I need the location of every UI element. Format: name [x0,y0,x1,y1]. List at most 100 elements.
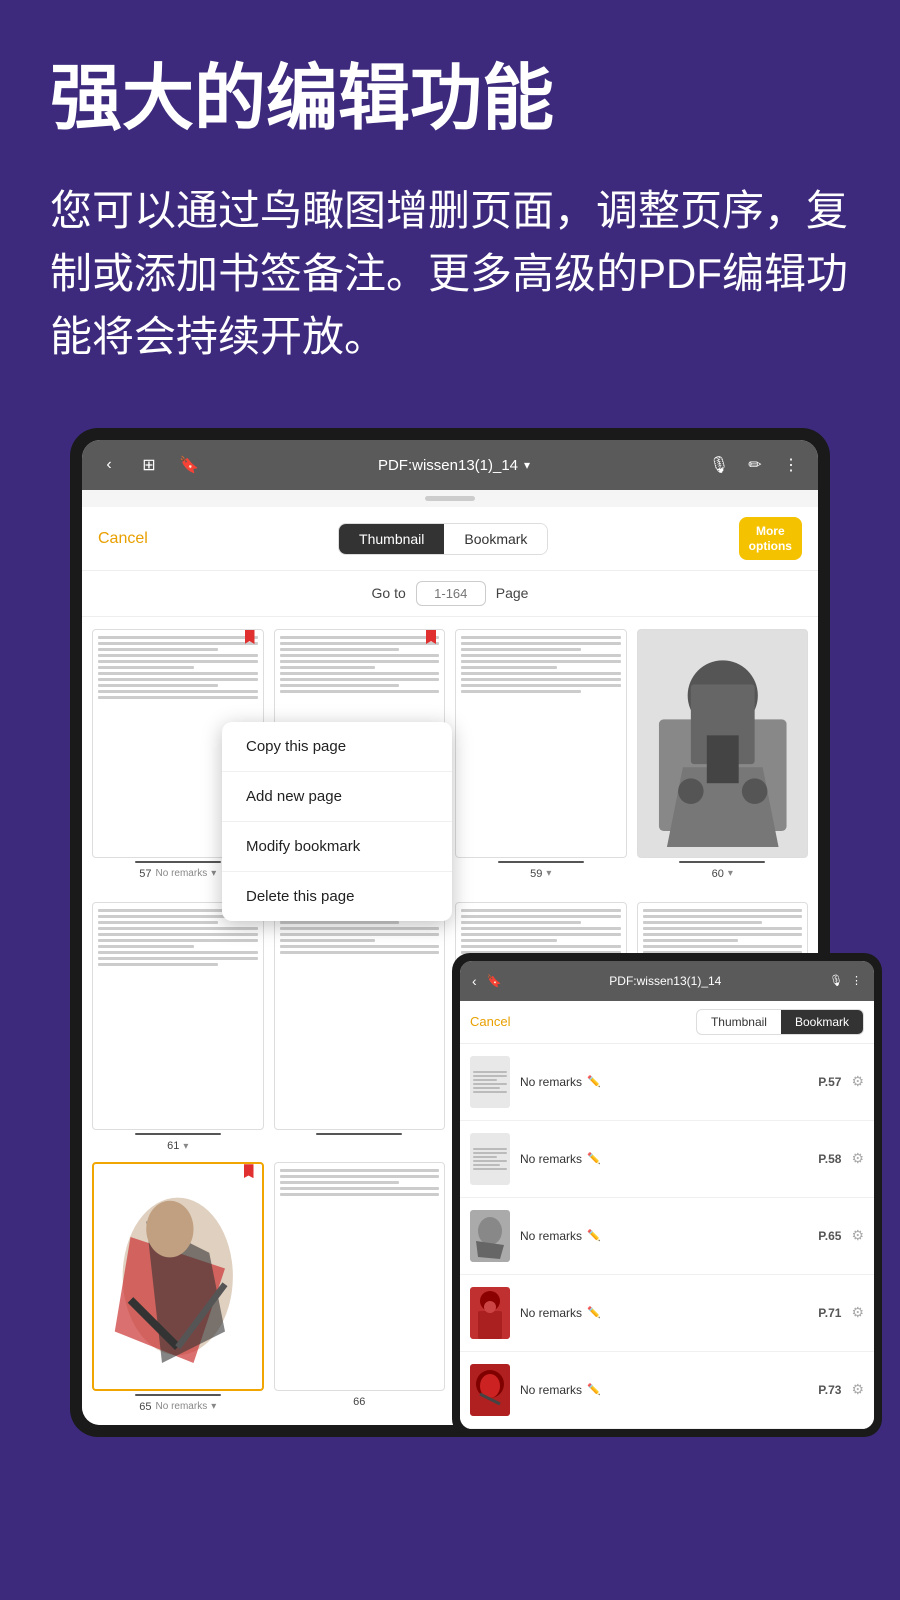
secondary-mic-icon[interactable]: 🎙 [829,974,843,987]
text-line [98,678,258,681]
tab-bookmark[interactable]: Bookmark [444,524,547,554]
document-title: PDF:wissen13(1)_14 [378,457,518,474]
title-chevron-icon[interactable]: ▾ [524,458,530,472]
bookmark-settings-icon[interactable]: ⚙ [851,1227,864,1244]
page-number: 66 [353,1396,365,1408]
edit-icon[interactable]: ✏️ [587,1383,601,1396]
dropdown-arrow-icon[interactable]: ▾ [211,868,216,879]
delete-page-menu-item[interactable]: Delete this page [222,872,452,921]
secondary-tab-thumbnail[interactable]: Thumbnail [697,1010,781,1034]
text-line [98,642,258,645]
text-line [461,927,621,930]
bookmark-page-71: P.71 [818,1306,841,1320]
copy-page-menu-item[interactable]: Copy this page [222,722,452,772]
secondary-tablet-screen: ‹ 🔖 PDF:wissen13(1)_14 🎙 ⋮ Cancel Thumbn… [460,961,874,1429]
topbar-left: ‹ ⊞ 🔖 [98,454,200,476]
text-line [98,666,194,669]
text-line [461,939,557,942]
edit-icon[interactable]: ✏️ [587,1229,601,1242]
text-line [643,915,803,918]
thumb-divider [498,861,584,863]
topbar-center: PDF:wissen13(1)_14 ▾ [378,457,530,474]
bookmark-item-58[interactable]: No remarks ✏️ P.58 ⚙ [460,1121,874,1198]
thumb-item-60[interactable]: 60 ▾ [637,629,809,880]
secondary-tab-bookmark[interactable]: Bookmark [781,1010,863,1034]
thumb-item-59[interactable]: 59 ▾ [455,629,627,880]
text-line [643,921,763,924]
text-line [98,963,218,966]
thumb-item-62[interactable] [274,902,446,1153]
text-line [461,666,557,669]
mic-icon[interactable]: 🎙 [708,454,730,476]
text-line [643,945,803,948]
secondary-bookmark-icon[interactable]: 🔖 [487,974,502,988]
edit-icon[interactable]: ✏️ [587,1152,601,1165]
thumb-label-61: 61 ▾ [167,1140,188,1152]
thumb-divider [135,1133,221,1135]
bookmark-title-57: No remarks ✏️ [520,1075,808,1089]
thumb-page-60 [637,629,809,858]
dropdown-arrow-icon[interactable]: ▾ [211,1401,216,1412]
pen-icon[interactable]: ✏ [744,454,766,476]
bookmark-info-58: No remarks ✏️ [520,1152,808,1166]
thumb-item-66[interactable]: 66 [274,1162,446,1413]
cancel-button[interactable]: Cancel [98,530,148,548]
text-line [98,636,258,639]
goto-label: Go to [372,585,406,601]
bookmark-icon[interactable]: 🔖 [178,454,200,476]
back-icon[interactable]: ‹ [98,454,120,476]
thumb-divider [679,861,765,863]
secondary-cancel-button[interactable]: Cancel [470,1014,510,1029]
text-line [98,933,258,936]
secondary-back-icon[interactable]: ‹ [472,973,477,989]
text-line [280,1193,440,1196]
bookmark-settings-icon[interactable]: ⚙ [851,1073,864,1090]
bm-line [473,1075,507,1077]
secondary-topbar: ‹ 🔖 PDF:wissen13(1)_14 🎙 ⋮ [460,961,874,1001]
edit-icon[interactable]: ✏️ [587,1075,601,1088]
text-line [280,636,440,639]
tab-thumbnail[interactable]: Thumbnail [339,524,444,554]
modify-bookmark-menu-item[interactable]: Modify bookmark [222,822,452,872]
thumb-item-65[interactable]: 65 No remarks ▾ [92,1162,264,1413]
more-menu-icon[interactable]: ⋮ [780,454,802,476]
bookmark-settings-icon[interactable]: ⚙ [851,1381,864,1398]
text-line [461,642,621,645]
page-number: 60 [712,868,724,880]
bookmark-settings-icon[interactable]: ⚙ [851,1150,864,1167]
secondary-more-icon[interactable]: ⋮ [851,974,862,987]
bookmark-item-73[interactable]: No remarks ✏️ P.73 ⚙ [460,1352,874,1429]
bookmark-title-58: No remarks ✏️ [520,1152,808,1166]
text-line [98,957,258,960]
bm-line [473,1156,497,1158]
thumb-item-61[interactable]: 61 ▾ [92,902,264,1153]
thumb-page-66 [274,1162,446,1391]
page-number: 59 [530,868,542,880]
dropdown-arrow-icon[interactable]: ▾ [728,868,733,879]
bookmark-item-71[interactable]: No remarks ✏️ P.71 ⚙ [460,1275,874,1352]
dropdown-arrow-icon[interactable]: ▾ [183,1141,188,1152]
bookmark-item-65[interactable]: No remarks ✏️ P.65 ⚙ [460,1198,874,1275]
thumb-text-59 [461,636,621,851]
text-line [98,690,258,693]
tab-group: Thumbnail Bookmark [338,523,548,555]
bookmark-settings-icon[interactable]: ⚙ [851,1304,864,1321]
text-line [280,1181,400,1184]
text-line [280,648,400,651]
text-line [280,654,440,657]
bookmark-info-73: No remarks ✏️ [520,1383,808,1397]
bookmark-label: No remarks [520,1229,582,1243]
thumb-label-60: 60 ▾ [712,868,733,880]
page-input[interactable] [416,581,486,606]
more-options-button[interactable]: Moreoptions [739,517,802,560]
grid-icon[interactable]: ⊞ [138,454,160,476]
text-line [280,927,440,930]
add-page-menu-item[interactable]: Add new page [222,772,452,822]
text-line [461,909,621,912]
bookmark-item-57[interactable]: No remarks ✏️ P.57 ⚙ [460,1044,874,1121]
edit-icon[interactable]: ✏️ [587,1306,601,1319]
text-line [280,939,376,942]
text-line [280,945,440,948]
text-line [461,945,621,948]
dropdown-arrow-icon[interactable]: ▾ [546,868,551,879]
